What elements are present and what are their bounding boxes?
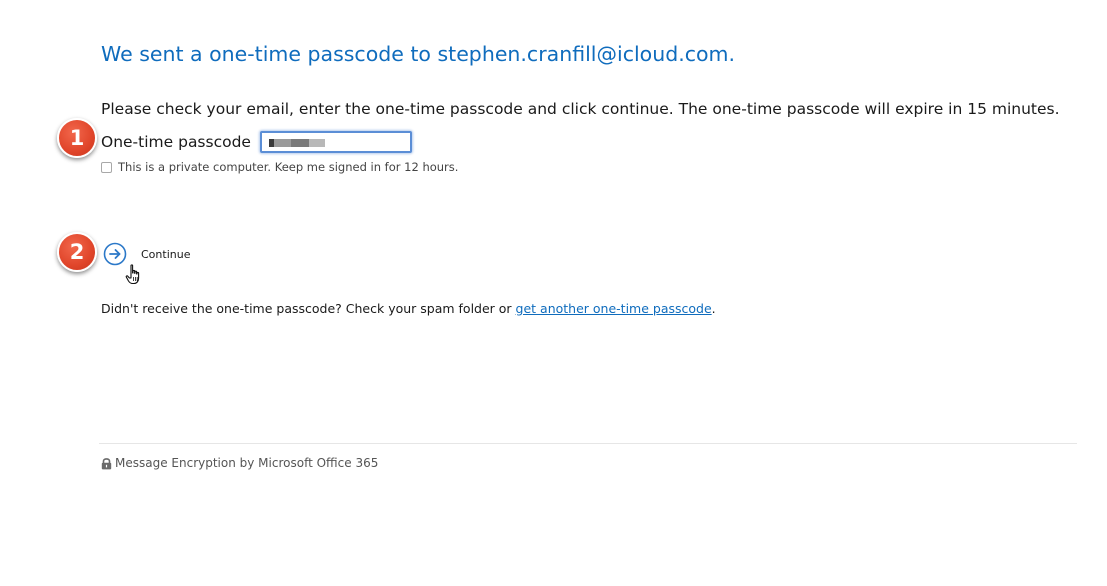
arrow-right-circle-icon[interactable] [103, 242, 127, 266]
step-1-badge: 1 [57, 118, 97, 158]
page-title: We sent a one-time passcode to stephen.c… [101, 42, 736, 66]
instructions-text: Please check your email, enter the one-t… [101, 100, 1060, 118]
passcode-row: One-time passcode [101, 131, 412, 153]
otp-page: We sent a one-time passcode to stephen.c… [0, 0, 1107, 586]
footer-divider [99, 443, 1077, 444]
resend-prefix: Didn't receive the one-time passcode? Ch… [101, 301, 516, 316]
resend-suffix: . [711, 301, 716, 316]
step-2-badge: 2 [57, 232, 97, 272]
remember-label: This is a private computer. Keep me sign… [118, 160, 459, 174]
remember-checkbox[interactable] [101, 161, 112, 173]
passcode-label: One-time passcode [101, 133, 251, 151]
passcode-input[interactable] [259, 131, 412, 153]
get-another-passcode-link[interactable]: get another one-time passcode [516, 301, 712, 316]
footer: Message Encryption by Microsoft Office 3… [101, 456, 378, 470]
resend-row: Didn't receive the one-time passcode? Ch… [101, 301, 716, 316]
footer-text: Message Encryption by Microsoft Office 3… [115, 456, 379, 470]
remember-row[interactable]: This is a private computer. Keep me sign… [101, 160, 458, 174]
continue-label[interactable]: Continue [141, 248, 190, 261]
hand-pointer-cursor-icon [125, 264, 140, 285]
lock-icon [101, 457, 112, 469]
continue-button[interactable]: Continue [103, 242, 190, 266]
